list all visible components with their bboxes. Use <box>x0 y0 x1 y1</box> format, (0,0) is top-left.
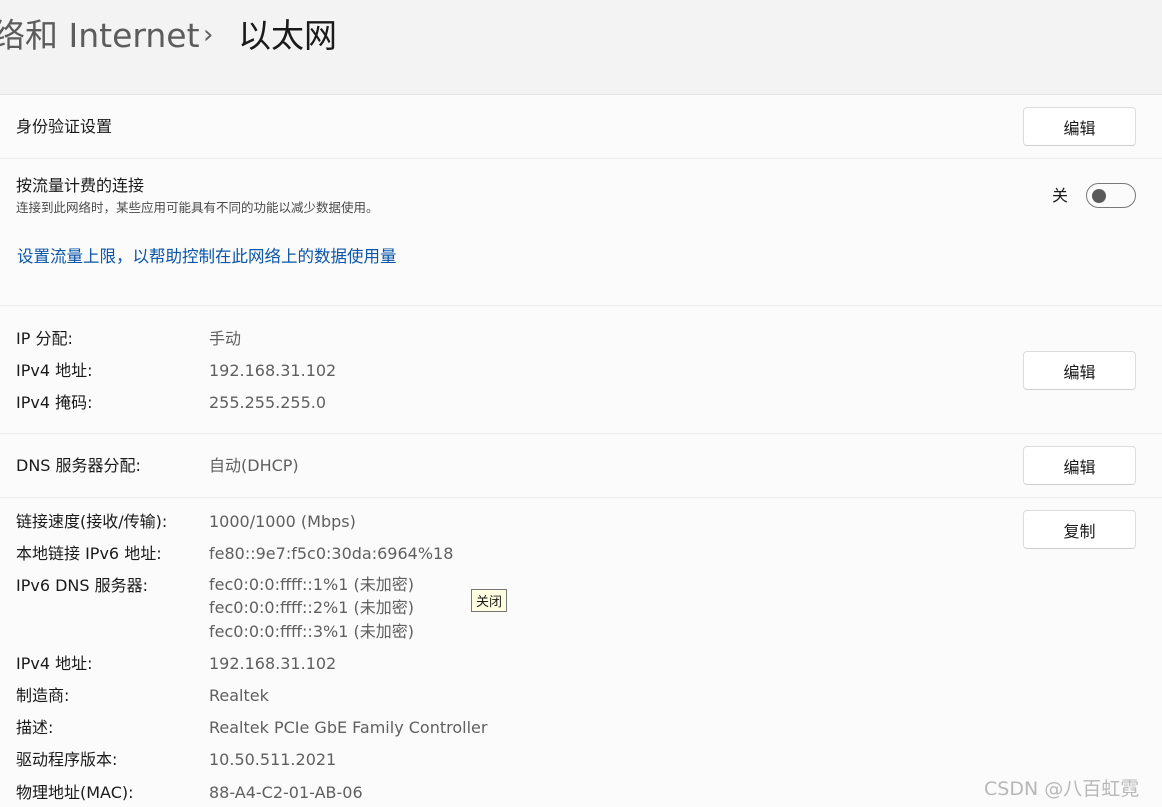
page-title: 以太网 <box>238 16 337 55</box>
description-value: Realtek PCIe GbE Family Controller <box>209 718 488 737</box>
tooltip: 关闭 <box>471 589 507 612</box>
ipv4-address-value: 192.168.31.102 <box>209 361 337 380</box>
ipv6-dns-server-1: fec0:0:0:ffff::1%1 (未加密) <box>209 575 414 594</box>
driver-version-value: 10.50.511.2021 <box>209 750 337 769</box>
link-speed-label: 链接速度(接收/传输): <box>16 512 168 531</box>
link-speed-value: 1000/1000 (Mbps) <box>209 512 356 531</box>
manufacturer-label: 制造商: <box>16 686 70 705</box>
breadcrumb-chevron-icon: › <box>203 20 214 50</box>
manufacturer-value: Realtek <box>209 686 269 705</box>
description-label: 描述: <box>16 718 54 737</box>
watermark: CSDN @八百虹霓 <box>984 778 1140 800</box>
ip-edit-button[interactable]: 编辑 <box>1023 351 1136 390</box>
divider <box>0 497 1162 498</box>
mac-address-value: 88-A4-C2-01-AB-06 <box>209 783 363 802</box>
ip-assignment-value: 手动 <box>209 329 242 348</box>
divider <box>0 158 1162 159</box>
metered-connection-title: 按流量计费的连接 <box>16 176 145 195</box>
metered-connection-toggle[interactable] <box>1086 183 1136 208</box>
auth-edit-button[interactable]: 编辑 <box>1023 107 1136 146</box>
ipv4-address-label-2: IPv4 地址: <box>16 654 93 673</box>
breadcrumb-parent[interactable]: 络和 Internet <box>0 14 200 58</box>
toggle-knob <box>1092 189 1106 203</box>
ipv6-dns-label: IPv6 DNS 服务器: <box>16 576 149 595</box>
ipv4-address-label: IPv4 地址: <box>16 361 93 380</box>
ipv6-link-local-value: fe80::9e7:f5c0:30da:6964%18 <box>209 544 454 563</box>
dns-assignment-value: 自动(DHCP) <box>209 456 299 475</box>
dns-assignment-label: DNS 服务器分配: <box>16 456 141 475</box>
ipv4-mask-label: IPv4 掩码: <box>16 393 93 412</box>
auth-settings-label: 身份验证设置 <box>16 117 113 136</box>
metered-toggle-state: 关 <box>1052 186 1069 205</box>
ipv6-dns-server-2: fec0:0:0:ffff::2%1 (未加密) <box>209 598 414 617</box>
mac-address-label: 物理地址(MAC): <box>16 783 134 802</box>
data-limit-link[interactable]: 设置流量上限，以帮助控制在此网络上的数据使用量 <box>17 247 397 267</box>
ipv4-address-value-2: 192.168.31.102 <box>209 654 337 673</box>
page-header: 络和 Internet › 以太网 <box>0 0 1162 74</box>
divider <box>0 433 1162 434</box>
copy-properties-button[interactable]: 复制 <box>1023 510 1136 549</box>
ip-assignment-label: IP 分配: <box>16 329 73 348</box>
dns-edit-button[interactable]: 编辑 <box>1023 446 1136 485</box>
divider <box>0 305 1162 306</box>
ipv6-dns-server-3: fec0:0:0:ffff::3%1 (未加密) <box>209 622 414 641</box>
ipv6-link-local-label: 本地链接 IPv6 地址: <box>16 544 162 563</box>
driver-version-label: 驱动程序版本: <box>16 750 118 769</box>
ipv4-mask-value: 255.255.255.0 <box>209 393 327 412</box>
metered-connection-description: 连接到此网络时，某些应用可能具有不同的功能以减少数据使用。 <box>16 200 379 215</box>
